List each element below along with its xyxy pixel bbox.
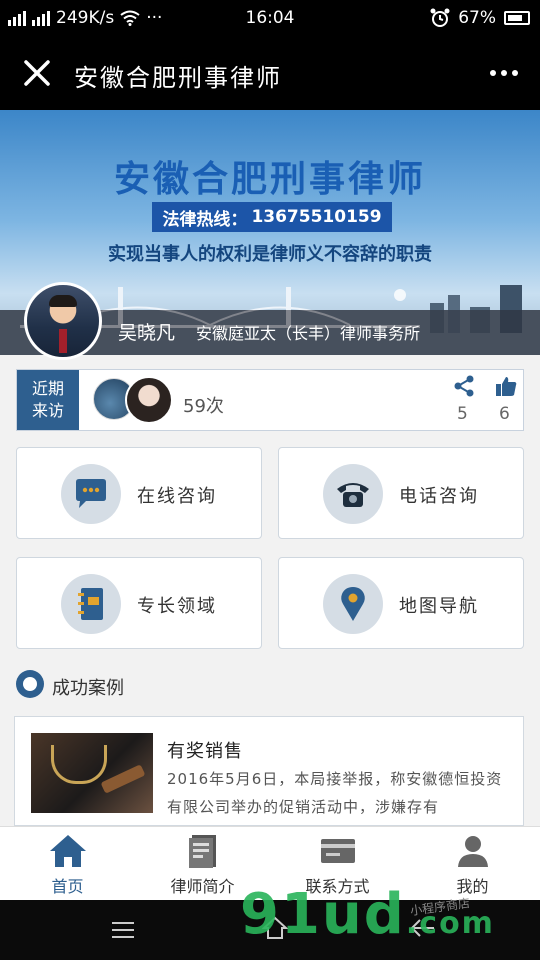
share-icon[interactable] <box>453 375 475 397</box>
map-pin-icon <box>323 574 383 634</box>
share-count: 5 <box>457 404 468 424</box>
notebook-icon <box>61 574 121 634</box>
case-thumbnail-image <box>31 733 153 813</box>
case-summary: 2016年5月6日，本局接举报，称安徽德恒投资有限公司举办的促销活动中，涉嫌存有 <box>167 770 503 816</box>
visitor-avatar[interactable] <box>125 376 173 424</box>
visit-count: 59次 <box>183 396 224 417</box>
hotline-number: 13675510159 <box>251 207 382 227</box>
chat-bubble-icon <box>61 464 121 524</box>
alarm-icon <box>430 8 450 27</box>
recent-visits-bar: 近期 来访 59次 5 6 <box>16 369 524 431</box>
profile-document-icon <box>188 835 216 868</box>
hotline-box[interactable]: 法律热线： 13675510159 <box>152 202 392 232</box>
menu-icon[interactable] <box>112 922 134 938</box>
expertise-button[interactable]: 专长领域 <box>16 557 262 649</box>
thumbs-up-icon[interactable] <box>495 375 517 397</box>
cases-section-title: 成功案例 <box>52 678 124 699</box>
banner-title: 安徽合肥刑事律师 <box>113 159 426 200</box>
banner-slogan: 实现当事人的权利是律师义不容辞的职责 <box>108 244 432 265</box>
status-bar: 249K/s ··· 16:04 67% <box>0 0 540 36</box>
service-label: 专长领域 <box>137 596 217 617</box>
status-right: 67% <box>430 8 530 28</box>
hotline-label: 法律热线： <box>162 209 248 230</box>
battery-percent: 67% <box>458 8 496 28</box>
tag-line-1: 近期 <box>31 379 64 398</box>
tag-line-2: 来访 <box>31 401 64 420</box>
lawyer-avatar[interactable] <box>24 282 102 360</box>
page-title: 安徽合肥刑事律师 <box>74 64 282 92</box>
nav-label: 首页 <box>51 877 84 896</box>
home-icon <box>49 835 86 867</box>
like-count: 6 <box>499 404 510 424</box>
telephone-icon <box>323 464 383 524</box>
title-bar: 安徽合肥刑事律师 <box>0 36 540 110</box>
service-label: 地图导航 <box>399 596 479 617</box>
recent-visits-tag: 近期 来访 <box>17 370 79 430</box>
phone-consult-button[interactable]: 电话咨询 <box>278 447 524 539</box>
firm-name: 安徽庭亚太（长丰）律师事务所 <box>196 324 421 343</box>
user-icon <box>457 836 488 867</box>
watermark-brand: 91ud <box>240 882 406 947</box>
map-navigation-button[interactable]: 地图导航 <box>278 557 524 649</box>
case-title: 有奖销售 <box>167 741 243 762</box>
online-consult-button[interactable]: 在线咨询 <box>16 447 262 539</box>
close-icon[interactable] <box>20 56 54 90</box>
service-label: 电话咨询 <box>399 486 479 507</box>
battery-icon <box>504 11 530 25</box>
watermark-logo: 91ud.com <box>240 882 495 947</box>
cases-section-icon <box>16 670 44 698</box>
service-label: 在线咨询 <box>137 486 217 507</box>
nav-home[interactable]: 首页 <box>0 827 135 901</box>
lawyer-name: 吴晓凡 <box>118 322 176 344</box>
case-list-item[interactable]: 有奖销售 2016年5月6日，本局接举报，称安徽德恒投资有限公司举办的促销活动中… <box>14 716 524 826</box>
contact-card-icon <box>320 839 355 863</box>
more-dots-icon[interactable] <box>484 60 524 86</box>
